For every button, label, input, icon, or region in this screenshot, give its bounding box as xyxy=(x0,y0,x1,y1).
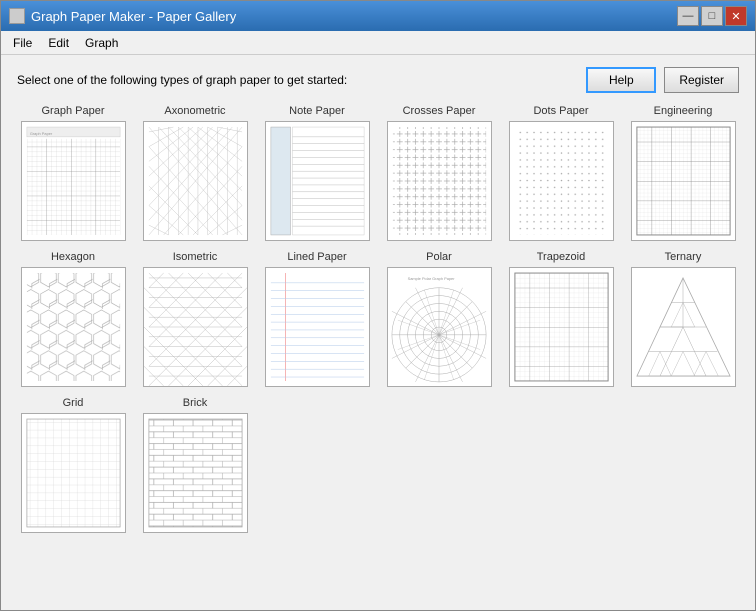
paper-preview-lined-paper xyxy=(265,267,370,387)
paper-item-hexagon[interactable]: Hexagon xyxy=(17,251,129,387)
paper-label-lined-paper: Lined Paper xyxy=(287,251,346,263)
paper-item-trapezoid[interactable]: Trapezoid xyxy=(505,251,617,387)
help-button[interactable]: Help xyxy=(586,67,656,93)
paper-label-ternary: Ternary xyxy=(665,251,702,263)
paper-item-engineering[interactable]: Engineering xyxy=(627,105,739,241)
button-group: Help Register xyxy=(586,67,739,93)
paper-preview-hexagon xyxy=(21,267,126,387)
paper-label-engineering: Engineering xyxy=(654,105,713,117)
paper-label-hexagon: Hexagon xyxy=(51,251,95,263)
window-title: Graph Paper Maker - Paper Gallery xyxy=(31,9,236,24)
paper-gallery: Graph Paper Graph Paper xyxy=(17,105,739,533)
paper-item-axonometric[interactable]: Axonometric xyxy=(139,105,251,241)
minimize-button[interactable]: — xyxy=(677,6,699,26)
paper-preview-trapezoid xyxy=(509,267,614,387)
paper-item-isometric[interactable]: Isometric xyxy=(139,251,251,387)
paper-preview-brick xyxy=(143,413,248,533)
paper-preview-grid xyxy=(21,413,126,533)
paper-label-dots-paper: Dots Paper xyxy=(533,105,588,117)
close-button[interactable]: ✕ xyxy=(725,6,747,26)
paper-item-crosses-paper[interactable]: Crosses Paper xyxy=(383,105,495,241)
paper-label-graph-paper: Graph Paper xyxy=(42,105,105,117)
app-icon xyxy=(9,8,25,24)
menu-edit[interactable]: Edit xyxy=(40,34,77,52)
paper-label-grid: Grid xyxy=(63,397,84,409)
paper-label-note-paper: Note Paper xyxy=(289,105,345,117)
main-window: Graph Paper Maker - Paper Gallery — □ ✕ … xyxy=(0,0,756,611)
paper-preview-graph-paper: Graph Paper xyxy=(21,121,126,241)
paper-preview-isometric xyxy=(143,267,248,387)
paper-item-graph-paper[interactable]: Graph Paper Graph Paper xyxy=(17,105,129,241)
content-area: Select one of the following types of gra… xyxy=(1,55,755,610)
svg-text:Graph Paper: Graph Paper xyxy=(29,131,52,136)
paper-preview-polar: Sample Polar Graph Paper xyxy=(387,267,492,387)
paper-item-dots-paper[interactable]: Dots Paper xyxy=(505,105,617,241)
paper-preview-ternary xyxy=(631,267,736,387)
paper-preview-axonometric xyxy=(143,121,248,241)
paper-preview-note-paper xyxy=(265,121,370,241)
title-bar: Graph Paper Maker - Paper Gallery — □ ✕ xyxy=(1,1,755,31)
menu-graph[interactable]: Graph xyxy=(77,34,126,52)
paper-label-axonometric: Axonometric xyxy=(164,105,225,117)
paper-item-grid[interactable]: Grid xyxy=(17,397,129,533)
paper-item-polar[interactable]: Polar Sample Polar Graph Paper xyxy=(383,251,495,387)
paper-item-ternary[interactable]: Ternary xyxy=(627,251,739,387)
maximize-button[interactable]: □ xyxy=(701,6,723,26)
title-controls: — □ ✕ xyxy=(677,6,747,26)
title-bar-text: Graph Paper Maker - Paper Gallery xyxy=(9,8,236,24)
paper-label-trapezoid: Trapezoid xyxy=(537,251,586,263)
paper-preview-engineering xyxy=(631,121,736,241)
paper-preview-crosses-paper xyxy=(387,121,492,241)
svg-text:Sample Polar Graph Paper: Sample Polar Graph Paper xyxy=(407,276,455,281)
paper-label-brick: Brick xyxy=(183,397,207,409)
paper-preview-dots-paper xyxy=(509,121,614,241)
paper-label-isometric: Isometric xyxy=(173,251,218,263)
paper-item-note-paper[interactable]: Note Paper xyxy=(261,105,373,241)
paper-label-polar: Polar xyxy=(426,251,452,263)
instructions-text: Select one of the following types of gra… xyxy=(17,73,347,87)
menu-file[interactable]: File xyxy=(5,34,40,52)
paper-item-lined-paper[interactable]: Lined Paper xyxy=(261,251,373,387)
register-button[interactable]: Register xyxy=(664,67,739,93)
instructions-bar: Select one of the following types of gra… xyxy=(17,67,739,93)
paper-label-crosses-paper: Crosses Paper xyxy=(403,105,476,117)
menu-bar: File Edit Graph xyxy=(1,31,755,55)
paper-item-brick[interactable]: Brick xyxy=(139,397,251,533)
